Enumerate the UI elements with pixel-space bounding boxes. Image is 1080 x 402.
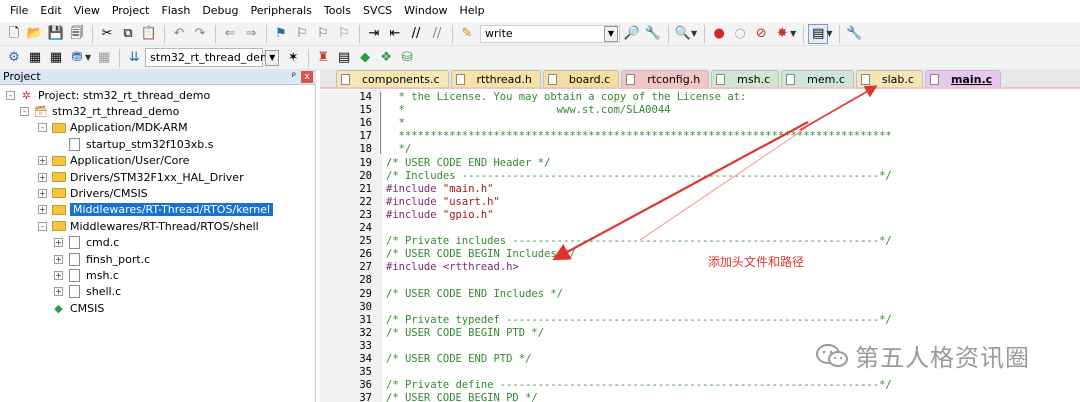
annotation-text: 添加头文件和路径 xyxy=(708,255,805,269)
wechat-icon xyxy=(816,343,848,367)
watermark-text: 第五人格资讯圈 xyxy=(855,344,1030,372)
annotation-arrow xyxy=(552,121,809,261)
watermark: 第五人格资讯圈 xyxy=(815,338,1030,373)
annotation-arrow-shadow xyxy=(639,127,807,241)
annotation-arrow-to-tab xyxy=(799,85,878,131)
